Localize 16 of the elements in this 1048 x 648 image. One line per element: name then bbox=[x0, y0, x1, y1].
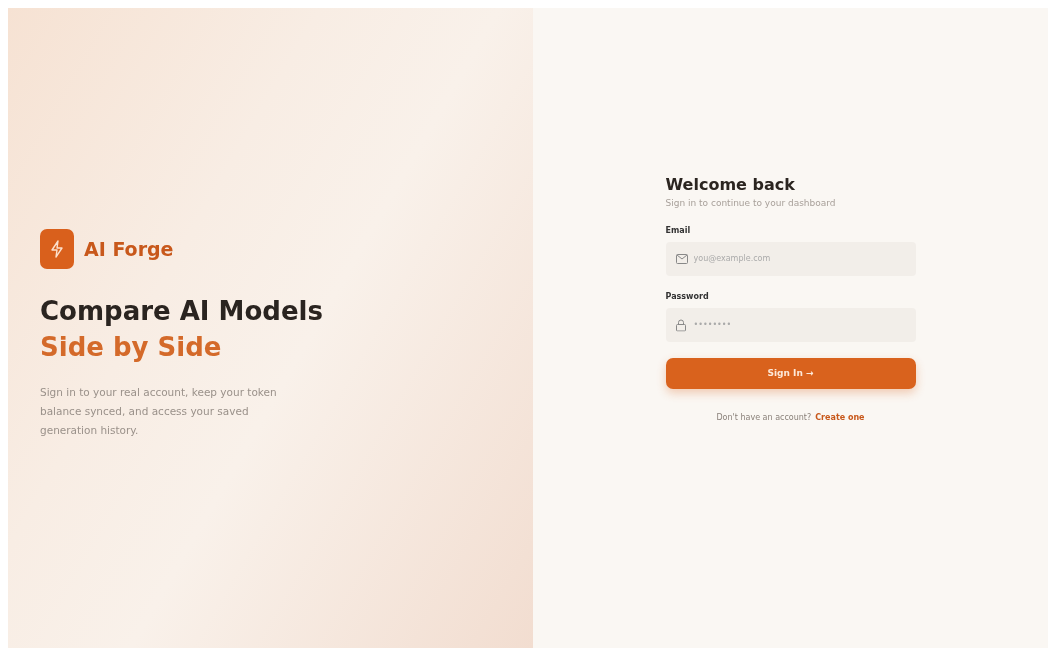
form-title: Welcome back bbox=[665, 174, 796, 194]
mail-icon bbox=[675, 253, 688, 264]
bolt-logo-icon bbox=[40, 228, 74, 269]
form-subtitle: Sign in to continue to your dashboard bbox=[665, 197, 837, 208]
hero-title: Compare AI Models bbox=[40, 294, 324, 328]
sign-in-button[interactable]: Sign In → bbox=[665, 357, 916, 389]
signup-prompt: Don't have an account? bbox=[716, 412, 812, 422]
email-field[interactable]: you@example.com bbox=[665, 241, 916, 276]
hero-highlight: Side by Side bbox=[40, 330, 223, 364]
brand-name: AI Forge bbox=[84, 237, 174, 260]
password-field[interactable]: •••••••• bbox=[665, 307, 916, 342]
hero-description: Sign in to your real account, keep your token balance synced, and access your saved generation history. bbox=[40, 384, 278, 438]
field-label: Password bbox=[665, 291, 709, 301]
lock-icon bbox=[675, 318, 686, 331]
create-account-link[interactable]: Create one bbox=[815, 412, 865, 422]
field-label: Email bbox=[665, 225, 691, 235]
